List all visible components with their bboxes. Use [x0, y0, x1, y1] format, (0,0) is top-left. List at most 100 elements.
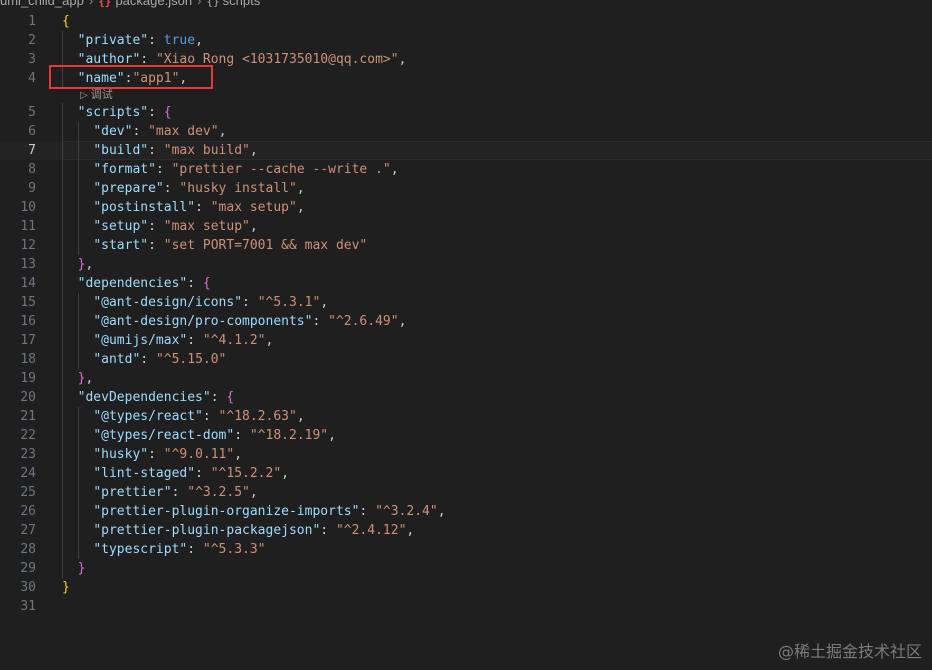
code-text: "format": "prettier --cache --write .",: [93, 162, 399, 177]
line-number: 16: [20, 314, 36, 329]
codelens-label: 调试: [90, 89, 113, 101]
line-number: 18: [20, 352, 36, 367]
code-line[interactable]: 31: [0, 597, 932, 616]
code-line[interactable]: 27 "prettier-plugin-packagejson": "^2.4.…: [0, 521, 932, 540]
breadcrumb-file[interactable]: package.json: [115, 0, 192, 8]
code-line[interactable]: 16 "@ant-design/pro-components": "^2.6.4…: [0, 312, 932, 331]
code-line[interactable]: 21 "@types/react": "^18.2.63",: [0, 407, 932, 426]
debug-run-icon: ▷: [80, 90, 88, 101]
chevron-right-icon: ›: [197, 0, 202, 8]
code-line[interactable]: 2 "private": true,: [0, 31, 932, 50]
line-number: 3: [28, 52, 36, 67]
line-number: 31: [20, 599, 36, 614]
json-file-icon: {}: [98, 0, 112, 8]
code-lines[interactable]: 1{2 "private": true, 3 "author": "Xiao Ro…: [0, 12, 932, 616]
code-line[interactable]: 20 "devDependencies": {: [0, 388, 932, 407]
code-text: },: [77, 371, 94, 386]
breadcrumb-symbol[interactable]: scripts: [223, 0, 261, 8]
line-number: 22: [20, 428, 36, 443]
line-number: 24: [20, 466, 36, 481]
highlight-annotation-box: [49, 65, 213, 89]
code-text: "devDependencies": {: [77, 390, 235, 405]
code-line[interactable]: 10 "postinstall": "max setup",: [0, 198, 932, 217]
code-editor[interactable]: umi_child_app ›{} package.json ›{} scripts 1…: [0, 0, 932, 670]
code-line[interactable]: 12 "start": "set PORT=7001 && max dev": [0, 236, 932, 255]
line-number: 2: [28, 33, 36, 48]
code-line[interactable]: 25 "prettier": "^3.2.5",: [0, 483, 932, 502]
line-number: 5: [28, 105, 36, 120]
line-number: 21: [20, 409, 36, 424]
code-text: "husky": "^9.0.11",: [93, 447, 243, 462]
code-text: "antd": "^5.15.0": [93, 352, 227, 367]
code-line[interactable]: 29 }: [0, 559, 932, 578]
code-text: "@types/react-dom": "^18.2.19",: [93, 428, 336, 443]
line-number: 26: [20, 504, 36, 519]
code-line[interactable]: 6 "dev": "max dev",: [0, 122, 932, 141]
line-number: 29: [20, 561, 36, 576]
code-text: "@ant-design/icons": "^5.3.1",: [93, 295, 329, 310]
chevron-right-icon: ›: [88, 0, 94, 8]
code-line[interactable]: 7 "build": "max build",: [0, 141, 932, 160]
line-number: 15: [20, 295, 36, 310]
code-line[interactable]: 9 "prepare": "husky install",: [0, 179, 932, 198]
line-number: 19: [20, 371, 36, 386]
code-line[interactable]: 19 },: [0, 369, 932, 388]
line-number: 13: [20, 257, 36, 272]
code-text: "@umijs/max": "^4.1.2",: [93, 333, 274, 348]
code-text: "scripts": {: [77, 105, 172, 120]
code-line[interactable]: 26 "prettier-plugin-organize-imports": "…: [0, 502, 932, 521]
code-text: "prettier": "^3.2.5",: [93, 485, 258, 500]
code-text: "private": true,: [77, 33, 203, 48]
code-text: }: [62, 580, 70, 595]
code-text: },: [77, 257, 94, 272]
code-line[interactable]: 22 "@types/react-dom": "^18.2.19",: [0, 426, 932, 445]
code-line[interactable]: 30}: [0, 578, 932, 597]
code-line[interactable]: 23 "husky": "^9.0.11",: [0, 445, 932, 464]
code-line[interactable]: 11 "setup": "max setup",: [0, 217, 932, 236]
code-text: "prepare": "husky install",: [93, 181, 305, 196]
code-text: "@types/react": "^18.2.63",: [93, 409, 305, 424]
code-text: "postinstall": "max setup",: [93, 200, 305, 215]
codelens-debug[interactable]: ▷ 调试: [0, 88, 932, 103]
line-number: 7: [28, 143, 36, 158]
line-number: 20: [20, 390, 36, 405]
line-number: 9: [28, 181, 36, 196]
code-line[interactable]: 15 "@ant-design/icons": "^5.3.1",: [0, 293, 932, 312]
code-line[interactable]: 17 "@umijs/max": "^4.1.2",: [0, 331, 932, 350]
code-text: "prettier-plugin-organize-imports": "^3.…: [93, 504, 446, 519]
code-line[interactable]: 18 "antd": "^5.15.0": [0, 350, 932, 369]
breadcrumb-folder[interactable]: umi_child_app: [0, 0, 84, 8]
code-text: "start": "set PORT=7001 && max dev": [93, 238, 368, 253]
code-text: "dependencies": {: [77, 276, 211, 291]
line-number: 17: [20, 333, 36, 348]
line-number: 4: [28, 71, 36, 86]
line-number: 8: [28, 162, 36, 177]
line-number: 28: [20, 542, 36, 557]
line-number: 25: [20, 485, 36, 500]
code-text: {: [62, 14, 70, 29]
code-line[interactable]: 24 "lint-staged": "^15.2.2",: [0, 464, 932, 483]
line-number: 6: [28, 124, 36, 139]
line-number: 14: [20, 276, 36, 291]
code-text: "lint-staged": "^15.2.2",: [93, 466, 289, 481]
watermark: @稀土掘金技术社区: [777, 642, 922, 661]
code-line[interactable]: 28 "typescript": "^5.3.3": [0, 540, 932, 559]
code-line[interactable]: 13 },: [0, 255, 932, 274]
code-text: "dev": "max dev",: [93, 124, 227, 139]
code-line[interactable]: 14 "dependencies": {: [0, 274, 932, 293]
code-text: "setup": "max setup",: [93, 219, 258, 234]
code-text: "build": "max build",: [93, 143, 258, 158]
line-number: 12: [20, 238, 36, 253]
line-number: 1: [28, 14, 36, 29]
line-number: 11: [20, 219, 36, 234]
object-symbol-icon: {}: [206, 0, 220, 8]
code-text: "prettier-plugin-packagejson": "^2.4.12"…: [93, 523, 415, 538]
code-line[interactable]: 5 "scripts": {: [0, 103, 932, 122]
line-number: 10: [20, 200, 36, 215]
line-number: 30: [20, 580, 36, 595]
code-line[interactable]: 8 "format": "prettier --cache --write ."…: [0, 160, 932, 179]
line-number: 27: [20, 523, 36, 538]
code-text: }: [77, 561, 86, 576]
code-line[interactable]: 1{: [0, 12, 932, 31]
code-text: "typescript": "^5.3.3": [93, 542, 266, 557]
